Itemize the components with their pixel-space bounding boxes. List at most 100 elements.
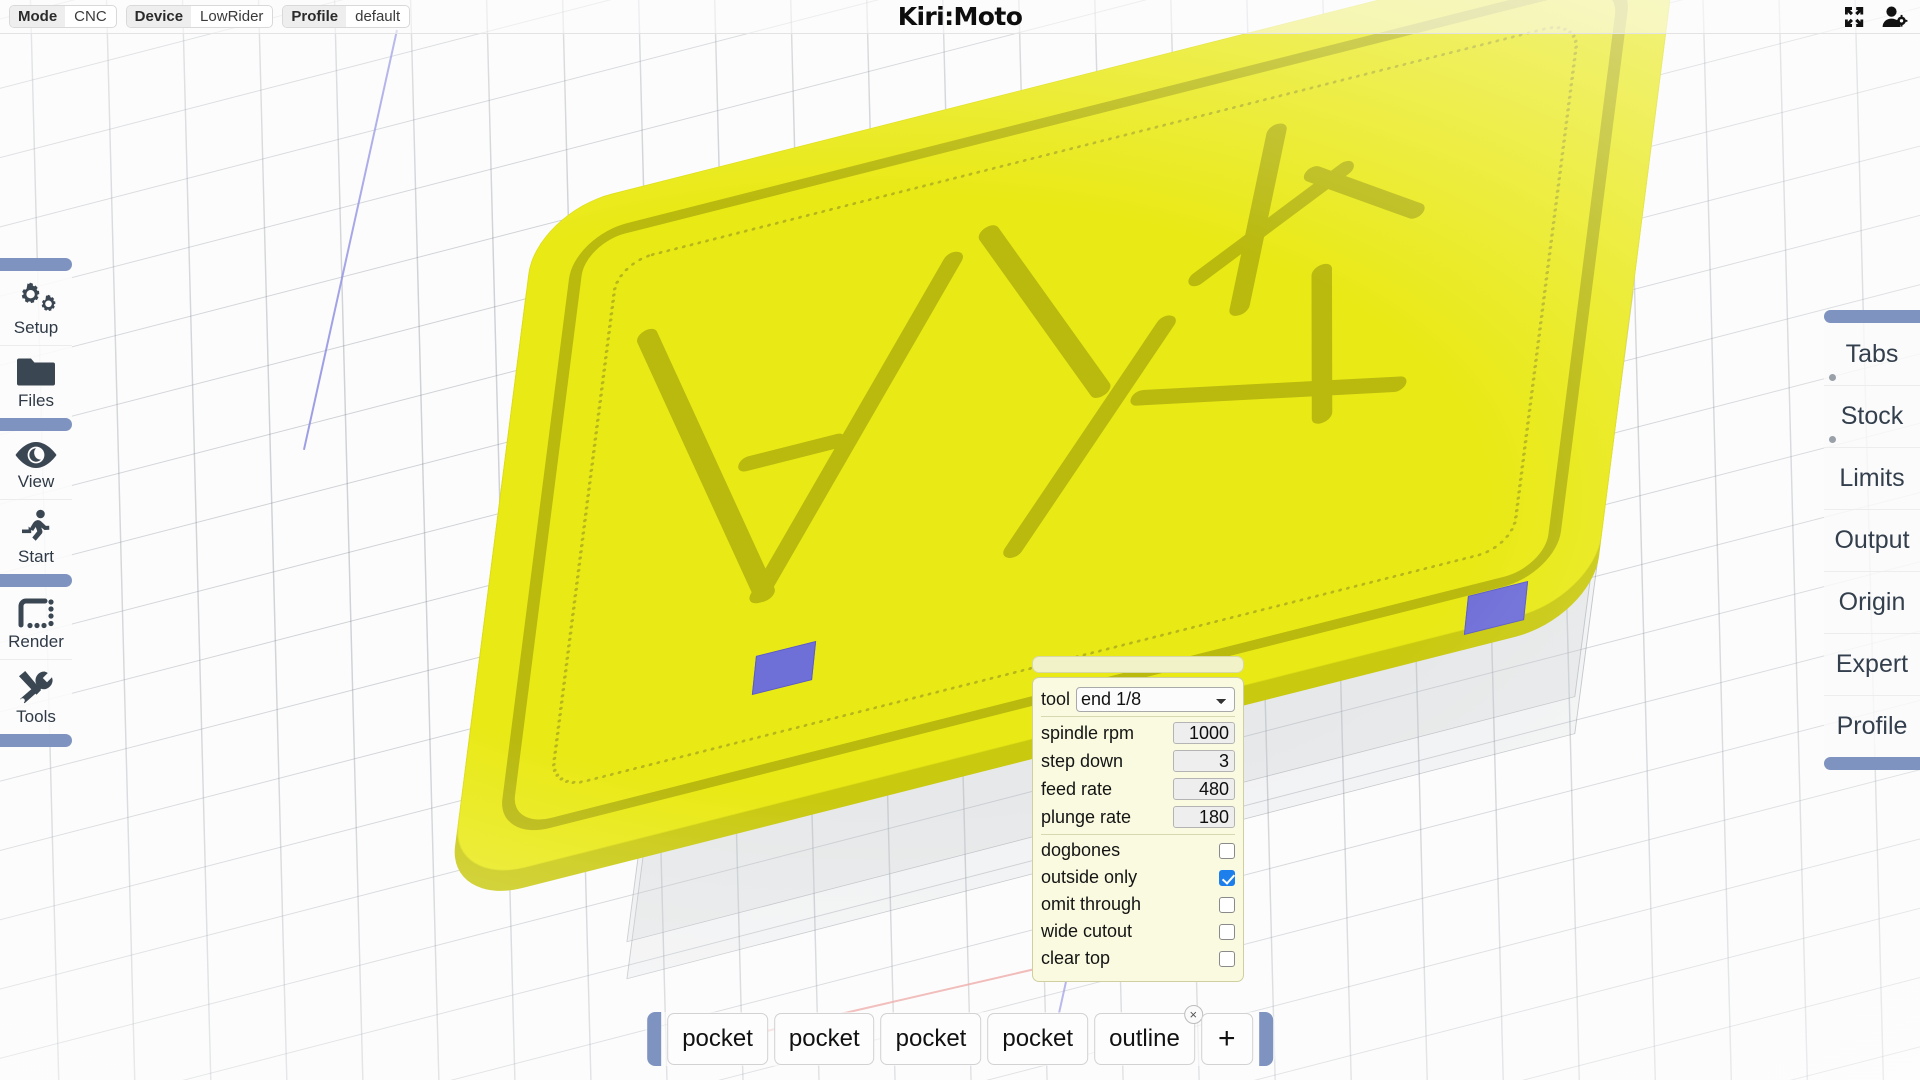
- feed-rate-label: feed rate: [1041, 778, 1113, 799]
- sidebar-item-stock[interactable]: Stock: [1824, 385, 1920, 447]
- top-toolbar: Mode CNC Device LowRider Profile default…: [0, 0, 1920, 34]
- omit-through-checkbox[interactable]: [1219, 896, 1235, 913]
- sidebar-item-expert[interactable]: Expert: [1824, 633, 1920, 695]
- top-toolbar-icons: [1844, 6, 1908, 28]
- runner-icon: [16, 509, 56, 545]
- operations-list: pocket pocket pocket pocket outline × +: [661, 1005, 1259, 1065]
- sidebar-group-setup: Setup Files: [0, 271, 72, 418]
- sidebar-item-label: Stock: [1840, 402, 1904, 430]
- plunge-rate-input[interactable]: [1173, 806, 1235, 828]
- popup-divider: [1041, 716, 1235, 717]
- status-dot: [1829, 374, 1836, 381]
- operation-pocket-2[interactable]: pocket: [773, 1013, 875, 1065]
- clear-top-label: clear top: [1041, 948, 1111, 968]
- sidebar-item-tabs[interactable]: Tabs: [1824, 323, 1920, 385]
- operation-label: pocket: [895, 1025, 967, 1052]
- add-operation-button[interactable]: +: [1200, 1013, 1253, 1065]
- page-title: Kiri:Moto: [897, 2, 1023, 31]
- sidebar-item-tools[interactable]: Tools: [0, 659, 72, 734]
- sidebar-accent-bar: [0, 418, 72, 431]
- dogbones-checkbox[interactable]: [1219, 842, 1235, 859]
- operations-bar-cap-right: [1258, 1012, 1273, 1066]
- tool-row: tool end 1/8: [1041, 685, 1235, 713]
- outside-only-checkbox[interactable]: [1219, 869, 1235, 886]
- operations-bar-cap-left: [647, 1012, 662, 1066]
- status-dot: [1829, 436, 1836, 443]
- operation-pocket-4[interactable]: pocket: [987, 1013, 1089, 1065]
- clear-top-row: clear top: [1041, 945, 1235, 972]
- wide-cutout-checkbox[interactable]: [1219, 923, 1235, 940]
- dogbones-label: dogbones: [1041, 840, 1121, 860]
- sidebar-item-label: Render: [8, 632, 64, 651]
- step-down-input[interactable]: [1173, 750, 1235, 772]
- omit-through-row: omit through: [1041, 891, 1235, 918]
- wide-cutout-row: wide cutout: [1041, 918, 1235, 945]
- left-sidebar: Setup Files View Start Render Tools: [0, 258, 72, 747]
- right-sidebar-items: Tabs Stock Limits Output Origin Expert P…: [1824, 323, 1920, 757]
- sidebar-item-output[interactable]: Output: [1824, 509, 1920, 571]
- right-sidebar-accent-bar: [1824, 757, 1920, 770]
- outside-only-label: outside only: [1041, 867, 1138, 887]
- sidebar-item-label: Origin: [1838, 588, 1906, 616]
- clear-top-checkbox[interactable]: [1219, 950, 1235, 967]
- sidebar-item-label: Files: [18, 391, 54, 410]
- kirimoto-app: Mode CNC Device LowRider Profile default…: [0, 0, 1920, 1080]
- sidebar-item-label: Start: [18, 547, 54, 566]
- sidebar-item-label: Profile: [1836, 712, 1908, 740]
- plunge-rate-row: plunge rate: [1041, 803, 1235, 831]
- operation-label: pocket: [1002, 1025, 1074, 1052]
- fullscreen-icon[interactable]: [1844, 6, 1866, 28]
- viewport-vignette: [0, 0, 1920, 1080]
- operation-label: outline: [1109, 1025, 1180, 1052]
- sidebar-item-label: Tools: [16, 707, 56, 726]
- user-settings-icon[interactable]: [1882, 6, 1908, 28]
- sidebar-item-files[interactable]: Files: [0, 345, 72, 418]
- eye-icon: [13, 440, 59, 470]
- feed-rate-input[interactable]: [1173, 778, 1235, 800]
- sidebar-group-tools: Render Tools: [0, 587, 72, 734]
- sidebar-item-limits[interactable]: Limits: [1824, 447, 1920, 509]
- render-corner-icon: [15, 596, 57, 630]
- operation-pocket-3[interactable]: pocket: [880, 1013, 982, 1065]
- sidebar-item-origin[interactable]: Origin: [1824, 571, 1920, 633]
- operation-label: pocket: [682, 1025, 753, 1052]
- spindle-rpm-row: spindle rpm: [1041, 719, 1235, 747]
- close-icon[interactable]: ×: [1183, 1005, 1203, 1024]
- right-sidebar-accent-bar: [1824, 310, 1920, 323]
- outside-only-row: outside only: [1041, 864, 1235, 891]
- right-sidebar: Tabs Stock Limits Output Origin Expert P…: [1824, 310, 1920, 770]
- sidebar-accent-bar: [0, 258, 72, 271]
- operation-outline[interactable]: outline ×: [1094, 1005, 1203, 1065]
- sidebar-item-render[interactable]: Render: [0, 587, 72, 659]
- sidebar-item-label: Expert: [1835, 650, 1909, 678]
- dogbones-row: dogbones: [1041, 837, 1235, 864]
- sidebar-item-setup[interactable]: Setup: [0, 271, 72, 345]
- popup-drag-handle[interactable]: [1032, 656, 1244, 673]
- step-down-label: step down: [1041, 750, 1124, 771]
- sidebar-item-view[interactable]: View: [0, 431, 72, 499]
- operation-label: pocket: [788, 1025, 860, 1052]
- gears-icon: [13, 280, 59, 316]
- tool-label: tool: [1041, 688, 1071, 709]
- folder-icon: [15, 355, 57, 389]
- sidebar-group-view: View Start: [0, 431, 72, 574]
- spindle-rpm-label: spindle rpm: [1041, 722, 1135, 743]
- operation-pocket-1[interactable]: pocket: [667, 1013, 768, 1065]
- operations-bar: pocket pocket pocket pocket outline × +: [645, 1005, 1275, 1066]
- plus-icon: +: [1218, 1022, 1236, 1055]
- popup-body: tool end 1/8 spindle rpm step down feed …: [1032, 677, 1244, 982]
- sidebar-item-label: Tabs: [1845, 339, 1899, 368]
- tools-icon: [15, 669, 57, 705]
- sidebar-item-profile[interactable]: Profile: [1824, 695, 1920, 757]
- sidebar-item-label: Setup: [13, 318, 59, 337]
- sidebar-item-label: Output: [1834, 526, 1910, 554]
- tool-select[interactable]: end 1/8: [1076, 686, 1235, 712]
- step-down-row: step down: [1041, 747, 1235, 775]
- sidebar-item-label: View: [17, 472, 55, 491]
- 3d-viewport[interactable]: [0, 0, 1920, 1080]
- plunge-rate-label: plunge rate: [1041, 806, 1132, 827]
- sidebar-item-start[interactable]: Start: [0, 499, 72, 574]
- spindle-rpm-input[interactable]: [1173, 722, 1235, 744]
- sidebar-item-label: Limits: [1839, 464, 1905, 492]
- wide-cutout-label: wide cutout: [1041, 921, 1133, 941]
